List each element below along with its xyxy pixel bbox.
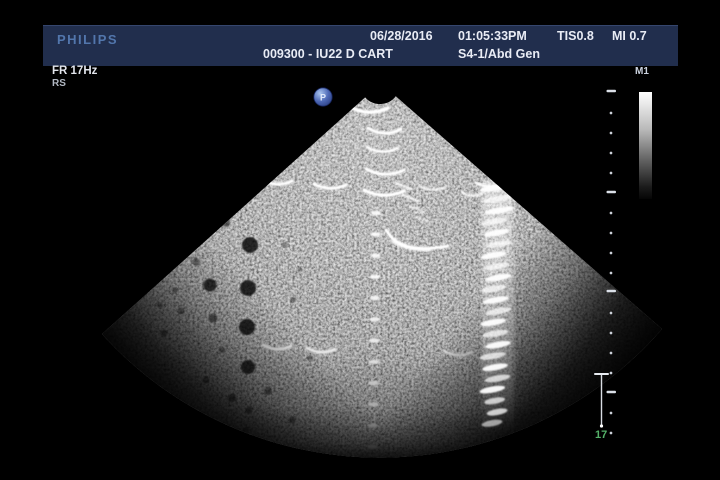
depth-value-label: 17 — [595, 429, 607, 441]
ultrasound-screen: PHILIPS 06/28/2016 01:05:33PM TIS0.8 MI … — [0, 0, 720, 480]
probe-orientation-marker: P — [314, 88, 332, 106]
depth-ruler — [607, 90, 617, 435]
probe-marker-letter: P — [320, 93, 326, 103]
ultrasound-sector-image: P 17 — [0, 0, 720, 480]
grayscale-bar — [639, 92, 652, 199]
sector-shading — [102, 96, 662, 457]
